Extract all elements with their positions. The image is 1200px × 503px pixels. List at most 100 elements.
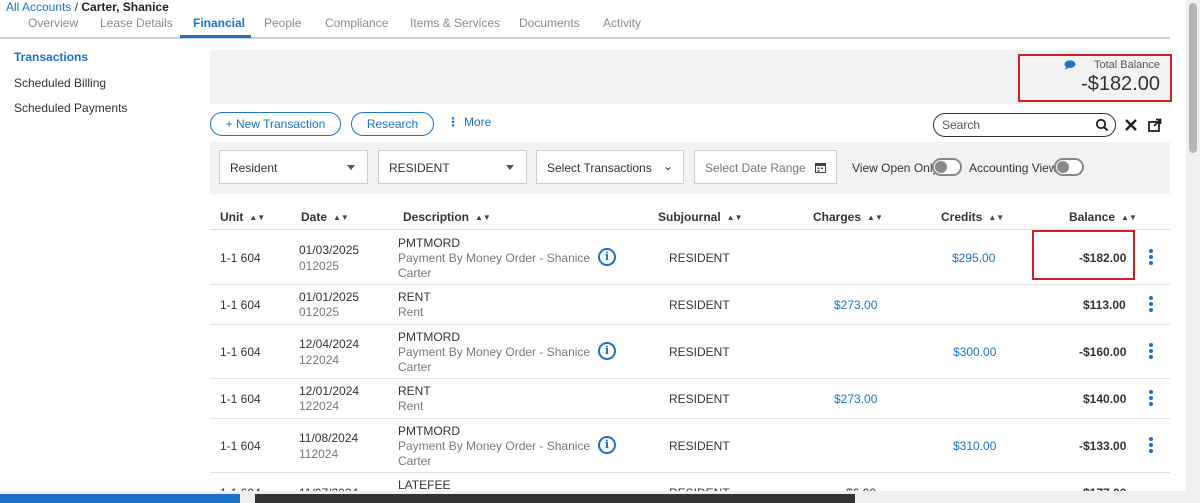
cell-description-cont: Carter: [398, 454, 432, 468]
column-header-date[interactable]: Date ▲▼: [301, 210, 349, 224]
view-open-only-toggle[interactable]: [932, 158, 962, 176]
table-row[interactable]: 1-1 604 12/04/2024 122024 PMTMORD Paymen…: [210, 325, 1170, 379]
cell-credits[interactable]: $295.00: [952, 251, 995, 265]
cell-period: 112024: [299, 447, 339, 461]
cell-balance: -$133.00: [1079, 439, 1127, 453]
sidebar-item-scheduled-payments[interactable]: Scheduled Payments: [14, 101, 127, 115]
sort-icon: ▲▼: [726, 213, 743, 222]
info-icon[interactable]: i: [598, 436, 616, 454]
new-transaction-button[interactable]: + New Transaction: [210, 112, 341, 136]
comment-icon[interactable]: [1064, 60, 1076, 70]
cell-credits[interactable]: $300.00: [953, 345, 996, 359]
search-input[interactable]: Search: [933, 113, 1116, 137]
column-header-credits[interactable]: Credits ▲▼: [941, 210, 1004, 224]
column-header-unit[interactable]: Unit ▲▼: [220, 210, 265, 224]
sidebar-item-scheduled-billing[interactable]: Scheduled Billing: [14, 76, 106, 90]
cell-charges[interactable]: $273.00: [834, 392, 877, 406]
info-icon[interactable]: i: [598, 248, 616, 266]
tab-financial[interactable]: Financial: [193, 16, 245, 30]
column-header-label: Balance: [1069, 210, 1116, 224]
column-header-description[interactable]: Description ▲▼: [403, 210, 491, 224]
cell-charges[interactable]: $273.00: [834, 298, 877, 312]
table-row[interactable]: 1-1 604 01/03/2025 012025 PMTMORD Paymen…: [210, 231, 1170, 285]
cell-period: 012025: [299, 259, 340, 273]
column-header-label: Credits: [941, 210, 983, 224]
sort-icon: ▲▼: [333, 213, 349, 222]
select-transactions-dropdown[interactable]: Select Transactions ⌄: [536, 150, 684, 184]
column-header-balance[interactable]: Balance ▲▼: [1069, 210, 1137, 224]
tab-overview[interactable]: Overview: [28, 16, 78, 30]
cell-code: PMTMORD: [398, 330, 460, 344]
table-row[interactable]: 1-1 604 12/01/2024 122024 RENT Rent RESI…: [210, 379, 1170, 419]
cell-description: Rent: [398, 305, 424, 319]
cell-code: RENT: [398, 290, 431, 304]
subjournal-dropdown-value: RESIDENT: [389, 161, 450, 175]
sidebar-item-transactions[interactable]: Transactions: [14, 50, 88, 64]
cell-date: 11/08/2024: [299, 431, 359, 445]
cell-subjournal: RESIDENT: [669, 392, 730, 406]
transactions-table-header: Unit ▲▼ Date ▲▼ Description ▲▼ Subjournal ▲▼…: [210, 200, 1170, 230]
column-header-label: Charges: [813, 210, 862, 224]
filter-bar: Resident RESIDENT Select Transactions ⌄ …: [210, 142, 1170, 194]
export-icon[interactable]: [1147, 117, 1163, 133]
calendar-icon: [815, 163, 826, 173]
accounting-view-toggle[interactable]: [1054, 158, 1084, 176]
date-range-placeholder: Select Date Range: [705, 161, 806, 175]
subjournal-dropdown[interactable]: RESIDENT: [378, 150, 527, 184]
tab-people[interactable]: People: [264, 16, 301, 30]
cell-date: 01/01/2025: [299, 290, 360, 304]
close-icon[interactable]: [1124, 118, 1138, 132]
tab-documents[interactable]: Documents: [519, 16, 580, 30]
more-menu-button[interactable]: ⋮ More: [447, 115, 491, 129]
cell-unit: 1-1 604: [220, 251, 261, 265]
tab-lease-details[interactable]: Lease Details: [100, 16, 173, 30]
cell-credits[interactable]: $310.00: [953, 439, 996, 453]
cell-period: 012025: [299, 305, 340, 319]
info-icon[interactable]: i: [598, 342, 616, 360]
search-icon[interactable]: [1095, 118, 1109, 132]
cell-subjournal: RESIDENT: [669, 439, 730, 453]
breadcrumb: All Accounts / Carter, Shanice: [6, 0, 169, 14]
research-button[interactable]: Research: [351, 112, 434, 136]
tab-compliance[interactable]: Compliance: [325, 16, 388, 30]
chevron-down-icon: ⌄: [662, 159, 673, 173]
tab-activity[interactable]: Activity: [603, 16, 641, 30]
cell-unit: 1-1 604: [220, 298, 261, 312]
column-header-label: Unit: [220, 210, 244, 224]
tab-items-services[interactable]: Items & Services: [410, 16, 500, 30]
cell-code: RENT: [398, 384, 431, 398]
party-dropdown[interactable]: Resident: [219, 150, 368, 184]
row-actions-icon[interactable]: [1149, 249, 1153, 267]
cell-date: 01/03/2025: [299, 243, 360, 257]
cell-unit: 1-1 604: [220, 345, 261, 359]
accounting-view-label: Accounting View: [969, 161, 1058, 175]
sort-icon: ▲▼: [988, 213, 1005, 222]
horizontal-scrollbar[interactable]: [0, 491, 1186, 503]
cell-description-cont: Carter: [398, 266, 432, 280]
vertical-scrollbar[interactable]: [1186, 0, 1200, 503]
scrollbar-thumb[interactable]: [255, 494, 855, 503]
row-actions-icon[interactable]: [1149, 296, 1153, 314]
cell-unit: 1-1 604: [220, 439, 261, 453]
tab-bar: Overview Lease Details Financial People …: [0, 13, 1170, 39]
column-header-label: Date: [301, 210, 328, 224]
cell-subjournal: RESIDENT: [669, 345, 730, 359]
column-header-charges[interactable]: Charges ▲▼: [813, 210, 883, 224]
scrollbar-thumb[interactable]: [1189, 3, 1197, 153]
balance-highlight-box: [1032, 230, 1135, 280]
table-row[interactable]: 1-1 604 11/08/2024 112024 PMTMORD Paymen…: [210, 419, 1170, 473]
date-range-input[interactable]: Select Date Range: [694, 150, 837, 184]
sort-icon: ▲▼: [1121, 213, 1137, 222]
party-dropdown-value: Resident: [230, 161, 278, 175]
total-balance-label: Total Balance: [1093, 59, 1160, 71]
toggle-knob: [1057, 161, 1069, 173]
total-balance-box: Total Balance -$182.00: [1018, 54, 1172, 102]
row-actions-icon[interactable]: [1149, 437, 1153, 455]
row-actions-icon[interactable]: [1149, 390, 1153, 408]
row-actions-icon[interactable]: [1149, 343, 1153, 361]
more-label: More: [464, 115, 492, 129]
cell-description: Rent: [398, 399, 424, 413]
column-header-subjournal[interactable]: Subjournal ▲▼: [658, 210, 743, 224]
breadcrumb-all-accounts-link[interactable]: All Accounts: [6, 0, 71, 14]
table-row[interactable]: 1-1 604 01/01/2025 012025 RENT Rent RESI…: [210, 285, 1170, 325]
